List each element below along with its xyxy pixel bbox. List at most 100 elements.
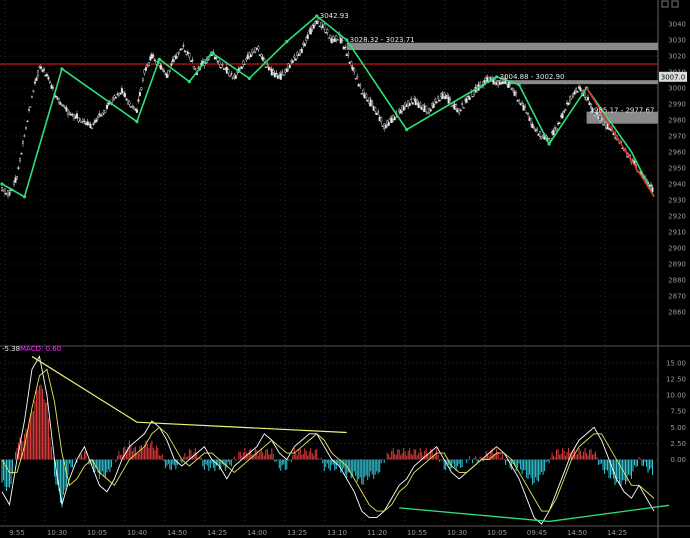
zigzag-point <box>157 57 161 61</box>
price-annotation: 3004.88 - 3002.90 <box>500 73 565 81</box>
candle-body <box>362 89 365 94</box>
candle-body <box>279 73 282 80</box>
candle-body <box>408 103 411 107</box>
candle-body <box>231 77 234 79</box>
candle-body <box>194 68 197 70</box>
x-tick-label: 14:00 <box>247 529 267 537</box>
candle-body <box>51 87 54 89</box>
candle-body <box>275 72 278 75</box>
candle-body <box>141 78 144 81</box>
candle-body <box>341 39 344 42</box>
price-annotation: 3042.93 <box>320 12 349 20</box>
candle-body <box>462 107 465 109</box>
macd-tick-label: 12.50 <box>666 376 686 384</box>
candle-body <box>293 55 296 58</box>
price-tick-label: 2990 <box>668 101 686 109</box>
candle-body <box>285 68 288 73</box>
candle-body <box>182 45 185 47</box>
candle-body <box>92 123 95 125</box>
candle-body <box>249 54 252 58</box>
price-tick-label: 3040 <box>668 21 686 29</box>
candle-body <box>132 107 135 109</box>
candle-body <box>555 128 558 131</box>
price-tick-label: 2980 <box>668 117 686 125</box>
candle-body <box>606 123 609 130</box>
price-tick-label: 2960 <box>668 149 686 157</box>
candle-body <box>434 99 437 102</box>
candle-body <box>158 62 161 66</box>
candle-body <box>161 68 164 70</box>
candle-body <box>393 117 396 121</box>
candle-body <box>584 92 587 98</box>
x-tick-label: 10:55 <box>407 529 427 537</box>
candle-body <box>429 109 432 112</box>
price-annotation: 3028.32 - 3023.71 <box>350 36 415 44</box>
candle-body <box>288 65 291 68</box>
candle-body <box>281 71 284 73</box>
candle-body <box>24 127 27 129</box>
candle-body <box>371 101 374 104</box>
dif-value-label: -5.38 <box>2 345 20 353</box>
candle-body <box>170 63 173 66</box>
candle-body <box>263 59 266 63</box>
candle-body <box>42 69 45 71</box>
candle-body <box>525 112 528 114</box>
candle-body <box>416 100 419 103</box>
current-price-label: 3007.0 <box>661 73 686 81</box>
candle-body <box>83 120 86 123</box>
candle-body <box>96 116 99 119</box>
candle-body <box>449 98 452 100</box>
candle-body <box>68 112 71 114</box>
macd-tick-label: 10.00 <box>666 392 686 400</box>
candle-body <box>47 77 50 80</box>
candle-body <box>219 67 222 69</box>
candle-body <box>294 58 297 61</box>
candle-body <box>329 35 332 39</box>
candle-body <box>600 118 603 120</box>
candle-body <box>536 128 539 131</box>
candle-body <box>162 70 165 72</box>
candle-body <box>425 105 428 112</box>
candle-body <box>32 90 35 92</box>
candle-body <box>356 76 359 78</box>
price-tick-label: 2860 <box>668 309 686 317</box>
candle-body <box>210 54 213 56</box>
candle-body <box>111 97 114 101</box>
candle-body <box>419 102 422 106</box>
candle-body <box>89 124 92 128</box>
candle-body <box>21 141 24 144</box>
candle-body <box>23 135 26 137</box>
candle-body <box>501 81 504 85</box>
candle-body <box>62 105 65 107</box>
candle-body <box>608 128 611 130</box>
price-tick-label: 2940 <box>668 181 686 189</box>
candle-body <box>123 93 126 97</box>
zigzag-point <box>315 14 319 18</box>
candle-body <box>230 73 233 75</box>
candle-body <box>240 66 243 69</box>
candle-body <box>147 62 150 66</box>
candle-body <box>300 48 303 53</box>
candle-body <box>471 95 474 98</box>
candle-body <box>374 106 377 112</box>
candle-body <box>90 127 93 129</box>
candle-body <box>291 60 294 63</box>
candle-body <box>465 98 468 103</box>
zigzag-point <box>547 142 551 146</box>
candle-body <box>375 113 378 115</box>
candle-body <box>347 53 350 56</box>
zigzag-point <box>495 75 499 79</box>
candle-body <box>125 98 128 100</box>
x-tick-label: 11:20 <box>367 529 387 537</box>
candle-body <box>521 102 524 104</box>
candle-body <box>144 67 147 71</box>
candle-body <box>303 43 306 47</box>
candle-body <box>552 130 555 136</box>
candle-body <box>204 62 207 64</box>
x-tick-label: 10:05 <box>87 529 107 537</box>
candle-body <box>512 88 515 91</box>
candle-body <box>54 96 57 98</box>
candle-body <box>335 35 338 40</box>
candle-body <box>104 110 107 113</box>
candle-body <box>95 119 98 122</box>
